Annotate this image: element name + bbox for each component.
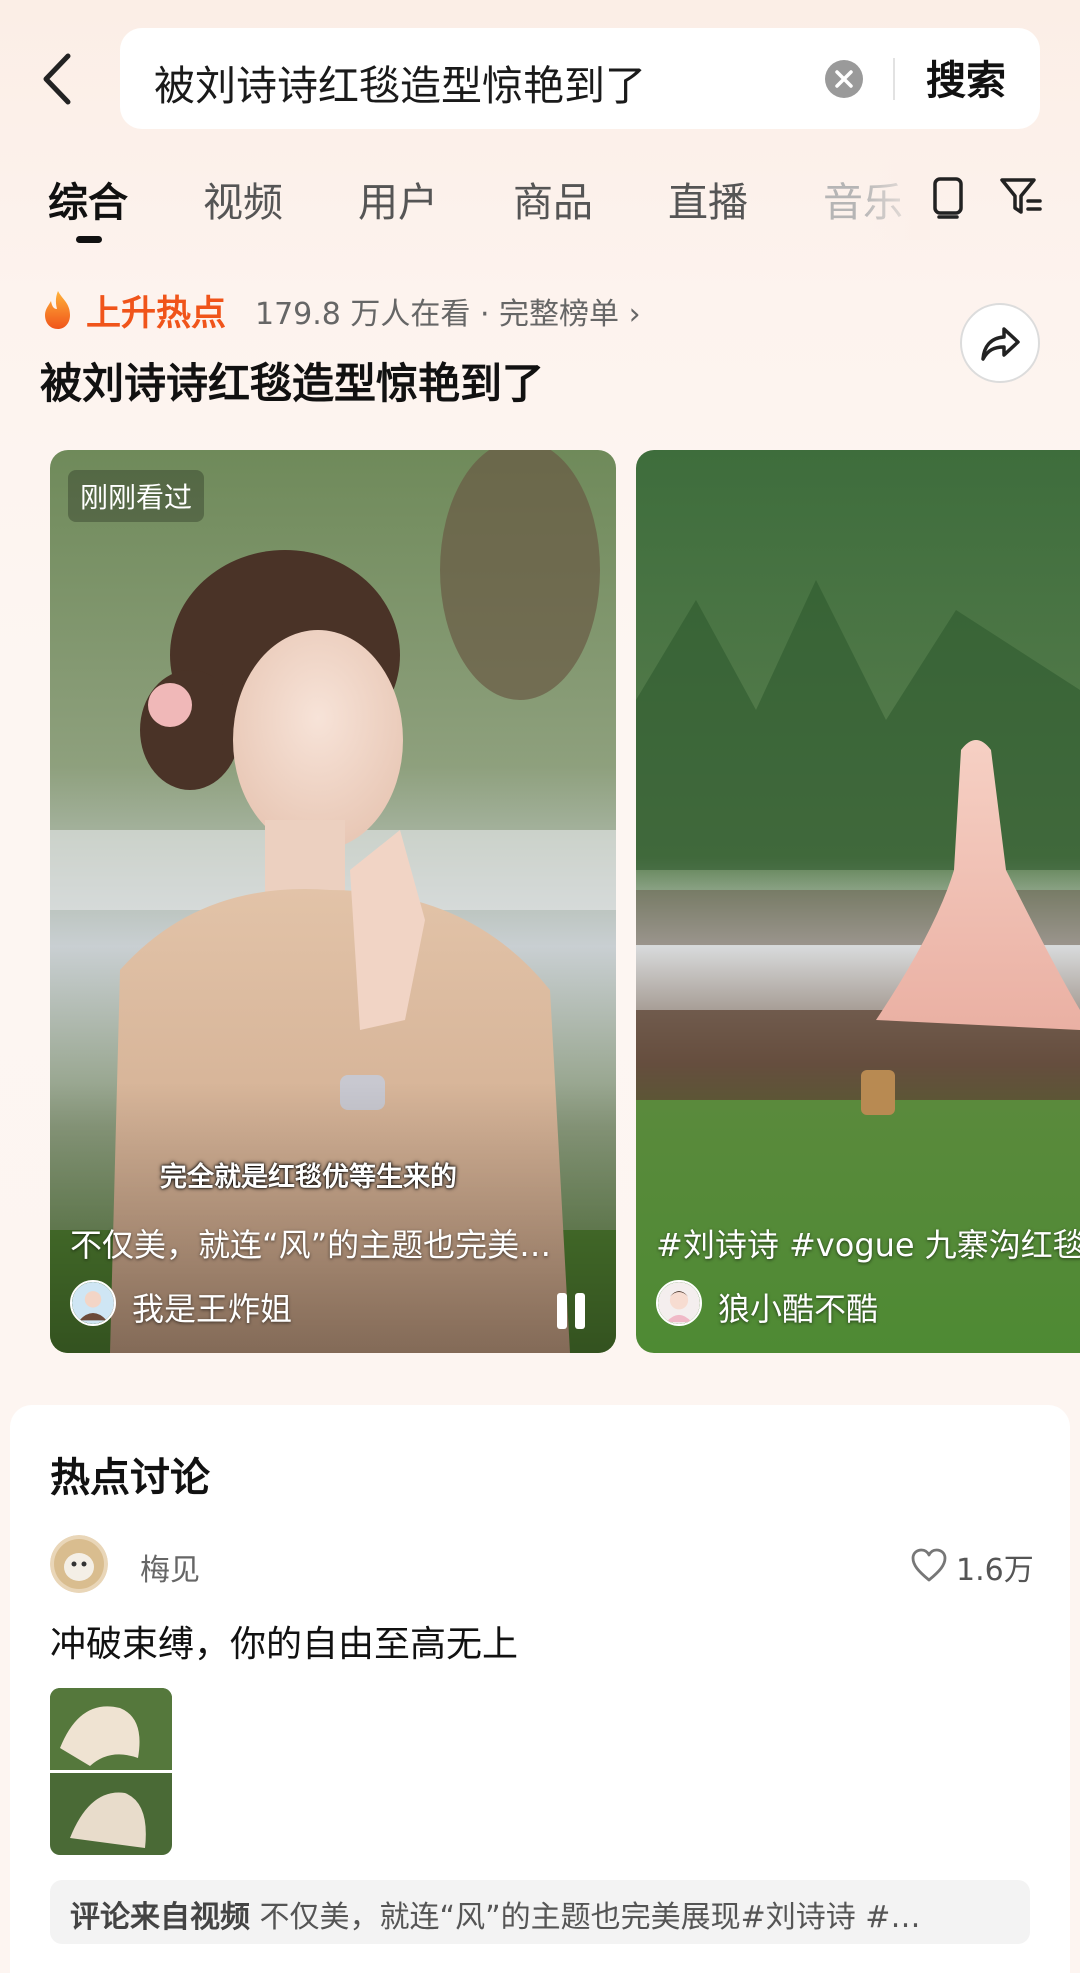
tab-products[interactable]: 商品: [513, 170, 593, 228]
tab-users[interactable]: 用户: [358, 170, 438, 228]
pause-icon[interactable]: [555, 1293, 589, 1331]
hot-discussion-section: 热点讨论 梅见 1.6万 冲破束缚，你的自由至高无上 评论来自视频 不仅美，就连…: [10, 1405, 1070, 1973]
video-card[interactable]: 刚刚看过 完全就是红毯优等生来的 不仅美，就连“风”的主题也完美… 我是王炸姐: [50, 450, 616, 1353]
comment-text: 冲破束缚，你的自由至高无上: [50, 1624, 519, 1665]
video-card[interactable]: #刘诗诗 #vogue 九寨沟红毯 狼小酷不酷: [636, 450, 1080, 1353]
section-title: 热点讨论: [50, 1455, 210, 1501]
recently-watched-badge: 刚刚看过: [68, 470, 205, 522]
search-input[interactable]: 被刘诗诗红毯造型惊艳到了: [154, 52, 646, 112]
tablet-icon[interactable]: [925, 174, 971, 220]
comment-source-text: 评论来自视频 不仅美，就连“风”的主题也完美展现#刘诗诗 #…: [70, 1892, 920, 1936]
comment-source-link[interactable]: 评论来自视频 不仅美，就连“风”的主题也完美展现#刘诗诗 #…: [50, 1880, 1030, 1944]
comment-header: 梅见 1.6万: [50, 1535, 1040, 1595]
clear-search-button[interactable]: [825, 60, 863, 98]
search-header: 被刘诗诗红毯造型惊艳到了 搜索: [0, 0, 1080, 140]
avatar: [656, 1280, 702, 1326]
like-count: 1.6万: [956, 1553, 1034, 1588]
like-button[interactable]: 1.6万: [910, 1543, 1040, 1588]
back-button[interactable]: [38, 52, 78, 106]
hot-topic-title: 被刘诗诗红毯造型惊艳到了: [40, 359, 545, 408]
source-label: 评论来自视频: [70, 1900, 250, 1935]
video-subtitle: 完全就是红毯优等生来的: [160, 1162, 457, 1193]
chevron-left-icon: [43, 53, 71, 105]
comment-image[interactable]: [50, 1688, 172, 1855]
share-arrow-icon: [981, 327, 1020, 361]
video-caption: 不仅美，就连“风”的主题也完美…: [70, 1226, 552, 1264]
fire-icon: [45, 291, 70, 329]
avatar[interactable]: [50, 1535, 108, 1593]
category-tabs: 综合 视频 用户 商品 直播 音乐: [0, 160, 1080, 250]
tab-fade-overlay: [860, 160, 930, 240]
source-video-title: 不仅美，就连“风”的主题也完美展现#刘诗诗 #…: [259, 1900, 921, 1935]
author-name: 我是王炸姐: [132, 1290, 293, 1328]
search-box[interactable]: 被刘诗诗红毯造型惊艳到了 搜索: [120, 28, 1040, 129]
hot-topic-meta-link[interactable]: 179.8 万人在看 · 完整榜单 ›: [255, 289, 641, 333]
comment-username[interactable]: 梅见: [140, 1545, 200, 1589]
clear-x-icon: [835, 70, 853, 88]
tab-video[interactable]: 视频: [203, 170, 283, 228]
video-author[interactable]: 我是王炸姐: [70, 1280, 590, 1330]
tab-live[interactable]: 直播: [668, 170, 748, 228]
video-author[interactable]: 狼小酷不酷: [656, 1280, 1080, 1330]
hot-topic-row: 上升热点 179.8 万人在看 · 完整榜单 ›: [40, 285, 940, 335]
active-tab-indicator: [76, 236, 102, 243]
video-thumbnail: [636, 450, 1080, 1353]
heart-icon: [911, 1548, 947, 1582]
search-submit-button[interactable]: 搜索: [926, 48, 1006, 106]
tab-all[interactable]: 综合: [48, 170, 128, 228]
avatar: [70, 1280, 116, 1326]
hot-topic-badge: 上升热点: [86, 294, 227, 334]
video-caption: #刘诗诗 #vogue 九寨沟红毯: [656, 1226, 1080, 1264]
author-name: 狼小酷不酷: [718, 1290, 879, 1328]
video-thumbnail: [50, 450, 616, 1353]
search-divider: [893, 58, 895, 100]
share-button[interactable]: [960, 303, 1040, 383]
filter-icon[interactable]: [998, 174, 1044, 220]
